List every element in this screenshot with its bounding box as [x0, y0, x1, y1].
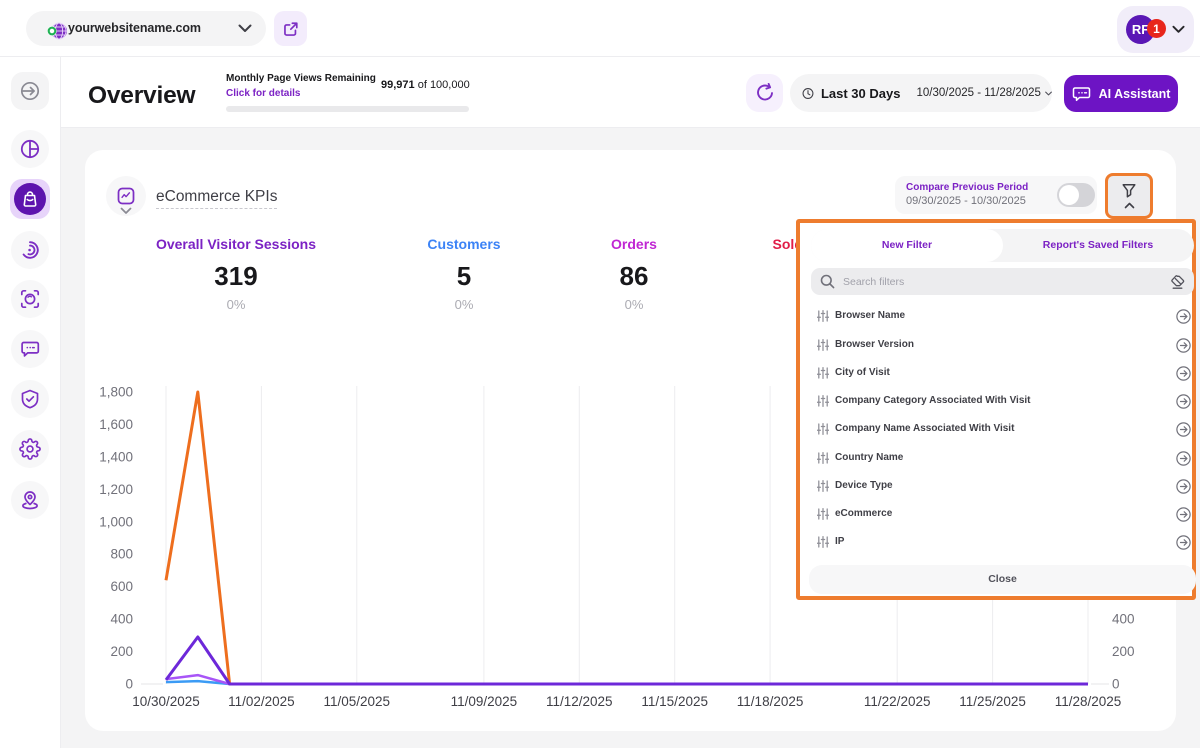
svg-text:1,800: 1,800: [99, 385, 133, 400]
svg-text:0: 0: [1112, 677, 1120, 692]
svg-text:0: 0: [125, 677, 133, 692]
svg-text:11/18/2025: 11/18/2025: [737, 694, 804, 709]
svg-text:1,200: 1,200: [99, 482, 133, 497]
svg-text:11/28/2025: 11/28/2025: [1055, 694, 1122, 709]
svg-text:11/09/2025: 11/09/2025: [451, 694, 518, 709]
svg-text:200: 200: [110, 644, 133, 659]
svg-text:11/22/2025: 11/22/2025: [864, 694, 931, 709]
svg-text:200: 200: [1112, 644, 1135, 659]
svg-text:400: 400: [110, 612, 133, 627]
svg-text:600: 600: [110, 579, 133, 594]
svg-text:11/05/2025: 11/05/2025: [324, 694, 391, 709]
svg-text:11/12/2025: 11/12/2025: [546, 694, 613, 709]
svg-text:800: 800: [110, 547, 133, 562]
svg-text:1,600: 1,600: [99, 417, 133, 432]
svg-text:10/30/2025: 10/30/2025: [132, 694, 200, 709]
svg-text:1,000: 1,000: [99, 514, 133, 529]
svg-text:11/02/2025: 11/02/2025: [228, 694, 295, 709]
svg-text:11/15/2025: 11/15/2025: [641, 694, 708, 709]
svg-text:11/25/2025: 11/25/2025: [959, 694, 1026, 709]
svg-text:400: 400: [1112, 612, 1135, 627]
svg-text:1,400: 1,400: [99, 449, 133, 464]
